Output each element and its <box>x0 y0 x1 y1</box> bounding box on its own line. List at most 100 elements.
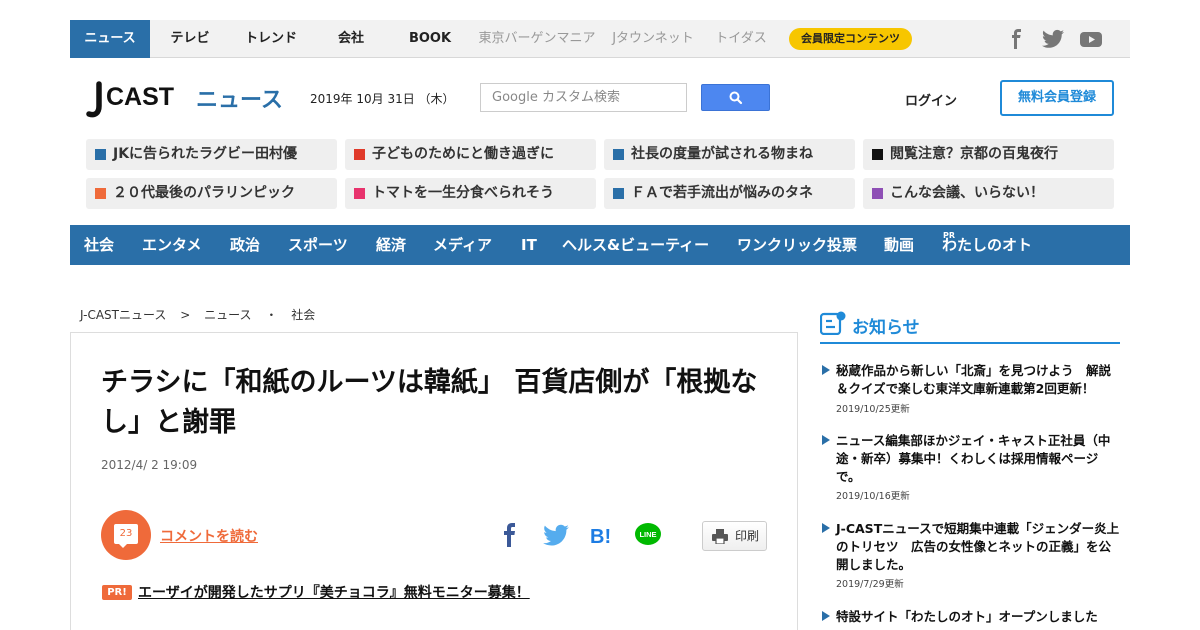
trending-label: ＦＡで若手流出が悩みのタネ <box>631 185 813 201</box>
topnav-news[interactable]: ニュース <box>70 20 150 58</box>
trend-color-marker <box>872 149 883 160</box>
trending-label: 閲覧注意？京都の百鬼夜行 <box>890 146 1058 162</box>
breadcrumb-home[interactable]: J-CASTニュース <box>80 308 176 322</box>
trend-color-marker <box>354 188 365 199</box>
twitter-icon[interactable] <box>1042 29 1064 49</box>
notice-section-header: お知らせ <box>819 310 1120 344</box>
current-date: 2019年 10月 31日 （木） <box>310 92 455 106</box>
trending-link[interactable]: トマトを一生分食べられそう <box>345 178 596 209</box>
trending-label: 子どものためにと働き過ぎに <box>372 146 554 162</box>
notice-bell-icon <box>819 311 846 336</box>
trending-label: 社長の度量が試される物まね <box>631 146 813 162</box>
comment-count: 23 <box>114 524 138 544</box>
category-one-click-vote[interactable]: ワンクリック投票 <box>737 225 857 265</box>
category-it[interactable]: IT <box>521 225 537 265</box>
breadcrumb: J-CASTニュース > ニュース ・ 社会 <box>80 306 325 323</box>
comment-bubble-tail <box>118 543 128 548</box>
breadcrumb-separator: > <box>180 308 191 322</box>
svg-text:B!: B! <box>590 526 611 548</box>
article-card: チラシに「和紙のルーツは韓紙」 百貨店側が「根拠なし」と謝罪 2012/4/ 2… <box>70 332 798 630</box>
trending-label: トマトを一生分食べられそう <box>372 185 554 201</box>
svg-text:ニュース: ニュース <box>196 88 282 113</box>
category-media[interactable]: メディア <box>433 225 492 265</box>
member-only-button[interactable]: 会員限定コンテンツ <box>789 28 912 50</box>
article-published-date: 2012/4/ 2 19:09 <box>101 458 198 472</box>
trending-link[interactable]: 子どものためにと働き過ぎに <box>345 139 596 170</box>
search-button[interactable] <box>701 84 770 111</box>
category-economy[interactable]: 経済 <box>376 225 406 265</box>
facebook-share-icon[interactable] <box>496 521 524 549</box>
svg-text:CAST: CAST <box>106 83 174 111</box>
topnav-bargain-mania[interactable]: 東京バーゲンマニア <box>478 20 596 58</box>
printer-icon <box>712 529 728 544</box>
twitter-share-icon[interactable] <box>542 521 570 549</box>
notice-date: 2019/10/16更新 <box>836 491 910 502</box>
article-headline: チラシに「和紙のルーツは韓紙」 百貨店側が「根拠なし」と謝罪 <box>101 367 758 438</box>
notice-item[interactable]: 特設サイト「わたしのオト」オープンしました <box>820 608 1120 630</box>
notice-arrow-icon <box>822 435 830 445</box>
pr-badge: PR! <box>102 585 132 600</box>
notice-text: ニュース編集部ほかジェイ・キャスト正社員（中途・新卒）募集中！くわしくは採用情報… <box>836 433 1111 484</box>
trend-color-marker <box>95 149 106 160</box>
site-logo[interactable]: CAST ニュース <box>86 80 283 122</box>
category-politics[interactable]: 政治 <box>230 225 260 265</box>
notice-text: 秘蔵作品から新しい「北斎」を見つけよう 解説＆クイズで楽しむ東洋文庫新連載第2回… <box>836 363 1112 396</box>
notice-date: 2019/10/25更新 <box>836 404 910 415</box>
login-link[interactable]: ログイン <box>905 90 957 109</box>
trend-color-marker <box>95 188 106 199</box>
trending-link[interactable]: 社長の度量が試される物まね <box>604 139 855 170</box>
category-navigation: 社会 エンタメ 政治 スポーツ 経済 メディア IT ヘルス&ビューティー ワン… <box>70 225 1130 265</box>
notice-section-title: お知らせ <box>852 318 920 338</box>
notice-text: 特設サイト「わたしのオト」オープンしました <box>836 609 1098 624</box>
trending-link[interactable]: こんな会議、いらない！ <box>863 178 1114 209</box>
read-comments-link[interactable]: コメントを読む <box>160 526 258 546</box>
facebook-icon[interactable] <box>1006 29 1028 49</box>
topnav-toidasu[interactable]: トイダス <box>710 20 772 58</box>
search-input[interactable] <box>480 83 687 112</box>
notice-item[interactable]: J-CASTニュースで短期集中連載「ジェンダー炎上のトリセツ 広告の女性像とネッ… <box>820 520 1120 590</box>
print-button[interactable]: 印刷 <box>702 521 767 551</box>
category-society[interactable]: 社会 <box>84 225 114 265</box>
trend-color-marker <box>354 149 365 160</box>
trending-link[interactable]: ＦＡで若手流出が悩みのタネ <box>604 178 855 209</box>
category-entertainment[interactable]: エンタメ <box>142 225 202 265</box>
category-sports[interactable]: スポーツ <box>288 225 348 265</box>
topnav-company[interactable]: 会社 <box>314 20 388 58</box>
notice-item[interactable]: ニュース編集部ほかジェイ・キャスト正社員（中途・新卒）募集中！くわしくは採用情報… <box>820 432 1120 502</box>
print-label: 印刷 <box>735 529 760 543</box>
topnav-tv[interactable]: テレビ <box>154 20 226 58</box>
topnav-book[interactable]: BOOK <box>394 20 466 58</box>
trend-color-marker <box>613 188 624 199</box>
svg-text:LINE: LINE <box>639 530 656 539</box>
trending-label: ２０代最後のパラリンピック <box>113 185 295 201</box>
notice-arrow-icon <box>822 611 830 621</box>
top-navigation-bar: ニュース テレビ トレンド 会社 BOOK 東京バーゲンマニア Jタウンネット … <box>70 20 1130 58</box>
trending-link[interactable]: 閲覧注意？京都の百鬼夜行 <box>863 139 1114 170</box>
notice-arrow-icon <box>822 365 830 375</box>
category-label: わたしのオト <box>942 236 1033 254</box>
topnav-trend[interactable]: トレンド <box>234 20 308 58</box>
trend-color-marker <box>613 149 624 160</box>
notice-item[interactable]: 秘蔵作品から新しい「北斎」を見つけよう 解説＆クイズで楽しむ東洋文庫新連載第2回… <box>820 362 1120 415</box>
search-icon <box>729 91 743 105</box>
youtube-icon[interactable] <box>1080 29 1102 49</box>
hatena-bookmark-icon[interactable]: B! <box>588 521 616 549</box>
notice-text: J-CASTニュースで短期集中連載「ジェンダー炎上のトリセツ 広告の女性像とネッ… <box>836 521 1120 572</box>
breadcrumb-news[interactable]: ニュース <box>204 308 261 322</box>
line-share-icon[interactable]: LINE <box>634 521 662 549</box>
category-video[interactable]: 動画 <box>884 225 914 265</box>
pr-superscript: PR <box>943 231 956 240</box>
notice-arrow-icon <box>822 523 830 533</box>
topnav-j-town-net[interactable]: Jタウンネット <box>608 20 698 58</box>
trending-label: JKに告られたラグビー田村優 <box>113 146 298 162</box>
category-watashi-no-oto[interactable]: わたしのオト PR <box>942 225 1032 265</box>
trending-link[interactable]: ２０代最後のパラリンピック <box>86 178 337 209</box>
trending-link[interactable]: JKに告られたラグビー田村優 <box>86 139 337 170</box>
pr-ad-link[interactable]: エーザイが開発したサプリ『美チョコラ』無料モニター募集！ <box>138 582 530 602</box>
breadcrumb-society[interactable]: 社会 <box>291 308 325 322</box>
category-health-beauty[interactable]: ヘルス&ビューティー <box>562 225 709 265</box>
comment-count-badge[interactable]: 23 <box>101 510 151 560</box>
trending-label: こんな会議、いらない！ <box>890 185 1044 201</box>
notice-date: 2019/7/29更新 <box>836 579 904 590</box>
register-button[interactable]: 無料会員登録 <box>1000 80 1114 116</box>
